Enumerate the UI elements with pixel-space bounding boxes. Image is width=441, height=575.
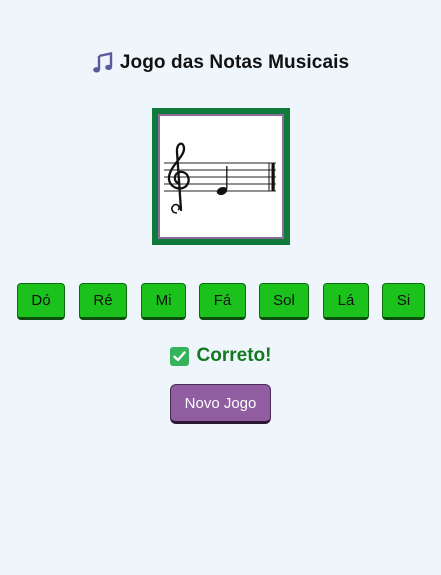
- note-button-mi[interactable]: Mi: [141, 283, 186, 320]
- header: Jogo das Notas Musicais: [0, 52, 441, 74]
- new-game-button[interactable]: Novo Jogo: [170, 384, 271, 424]
- treble-clef-icon: [167, 142, 190, 214]
- note-button-si[interactable]: Si: [382, 283, 425, 320]
- staff-display: [152, 108, 290, 245]
- note-button-do[interactable]: Dó: [17, 283, 65, 320]
- note-button-re[interactable]: Ré: [79, 283, 127, 320]
- staff-lines: [164, 162, 276, 192]
- quarter-note-icon: [216, 166, 228, 196]
- result-message: Correto!: [0, 345, 441, 367]
- page-title: Jogo das Notas Musicais: [119, 52, 350, 73]
- result-text: Correto!: [196, 345, 272, 366]
- game-page: Jogo das Notas Musicais Dó Ré Mi Fá Sol …: [0, 0, 441, 575]
- check-mark-icon: [169, 346, 189, 366]
- staff-canvas: [158, 114, 284, 239]
- music-notes-icon: [92, 52, 114, 74]
- note-button-fa[interactable]: Fá: [199, 283, 246, 320]
- note-button-sol[interactable]: Sol: [259, 283, 309, 320]
- note-buttons: Dó Ré Mi Fá Sol Lá Si: [0, 283, 441, 323]
- note-button-la[interactable]: Lá: [323, 283, 369, 320]
